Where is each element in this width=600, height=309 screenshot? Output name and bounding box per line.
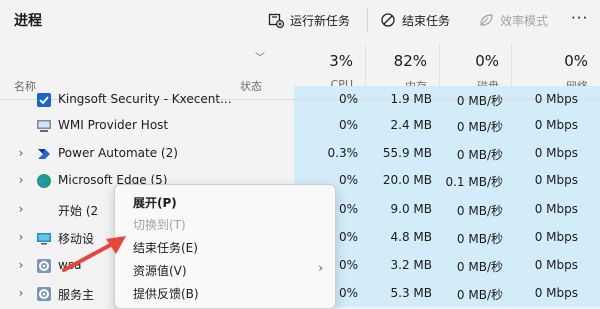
network-value: 0 Mbps bbox=[534, 92, 578, 106]
sort-chevron-icon[interactable]: ﹀ bbox=[255, 49, 265, 64]
expand-chevron-icon[interactable]: › bbox=[16, 258, 26, 272]
menu-item-end-task[interactable]: 结束任务(E) bbox=[115, 236, 335, 258]
server-icon bbox=[36, 118, 52, 134]
disk-value: 0 MB/秒 bbox=[456, 232, 503, 246]
annotation-arrow-icon bbox=[62, 236, 126, 272]
gear-icon bbox=[36, 258, 52, 274]
table-row[interactable]: Kingsoft Security - Kxecent... 0% 1.9 MB… bbox=[0, 86, 600, 114]
memory-value: 4.8 MB bbox=[390, 230, 432, 244]
edge-icon bbox=[36, 173, 52, 189]
menu-item-label: 结束任务(E) bbox=[133, 241, 198, 255]
process-name: Kingsoft Security - Kxecent... bbox=[58, 92, 232, 106]
menu-item-resource-values[interactable]: 资源值(V) › bbox=[115, 259, 335, 281]
menu-item-expand[interactable]: 展开(P) bbox=[115, 191, 335, 213]
disk-value: 0 MB/秒 bbox=[456, 94, 503, 108]
memory-value: 20.0 MB bbox=[382, 173, 432, 187]
disk-value: 0 MB/秒 bbox=[456, 260, 503, 274]
shield-check-icon bbox=[36, 92, 52, 108]
table-row[interactable]: › Power Automate (2) 0.3% 55.9 MB 0 MB/秒… bbox=[0, 140, 600, 168]
menu-item-label: 展开(P) bbox=[133, 196, 177, 210]
cpu-value: 0% bbox=[338, 286, 358, 300]
disk-value: 0.1 MB/秒 bbox=[445, 175, 503, 189]
menu-item-label: 提供反馈(B) bbox=[133, 287, 199, 301]
context-menu: 展开(P) 切换到(T) 结束任务(E) 资源值(V) › 提供反馈(B) bbox=[114, 184, 336, 309]
network-value: 0 Mbps bbox=[534, 286, 578, 300]
menu-item-switch-to[interactable]: 切换到(T) bbox=[115, 213, 335, 235]
table-row[interactable]: WMI Provider Host 0% 2.4 MB 0 MB/秒 0 Mbp… bbox=[0, 112, 600, 140]
submenu-chevron-icon: › bbox=[318, 261, 323, 275]
cpu-value: 0% bbox=[338, 202, 358, 216]
memory-value: 3.2 MB bbox=[390, 258, 432, 272]
cpu-value: 0% bbox=[338, 92, 358, 106]
efficiency-mode-label: 效率模式 bbox=[500, 13, 549, 28]
gear-icon bbox=[36, 286, 52, 302]
disk-value: 0 MB/秒 bbox=[456, 288, 503, 302]
memory-percent: 82% bbox=[393, 52, 427, 70]
cpu-value: 0% bbox=[338, 173, 358, 187]
end-task-label: 结束任务 bbox=[402, 13, 451, 28]
network-value: 0 Mbps bbox=[534, 118, 578, 132]
disk-percent: 0% bbox=[475, 52, 499, 70]
expand-chevron-icon[interactable]: › bbox=[16, 146, 26, 160]
disk-value: 0 MB/秒 bbox=[456, 120, 503, 134]
expand-chevron-icon[interactable]: › bbox=[16, 173, 26, 187]
run-new-task-button[interactable]: 运行新任务 bbox=[268, 9, 350, 31]
process-name: Power Automate (2) bbox=[58, 146, 178, 160]
network-value: 0 Mbps bbox=[534, 146, 578, 160]
expand-chevron-icon[interactable]: › bbox=[16, 230, 26, 244]
process-name: WMI Provider Host bbox=[58, 118, 169, 132]
end-task-button[interactable]: 结束任务 bbox=[380, 9, 450, 31]
expand-chevron-icon[interactable]: › bbox=[16, 286, 26, 300]
cpu-value: 0% bbox=[338, 230, 358, 244]
efficiency-mode-button[interactable]: 效率模式 bbox=[478, 9, 548, 31]
disk-value: 0 MB/秒 bbox=[456, 148, 503, 162]
menu-item-label: 切换到(T) bbox=[133, 218, 186, 232]
toolbar: 进程 运行新任务 结束任务 效率模式 ··· bbox=[0, 0, 600, 40]
network-value: 0 Mbps bbox=[534, 258, 578, 272]
cpu-value: 0% bbox=[338, 118, 358, 132]
end-task-icon bbox=[381, 13, 395, 27]
new-task-icon bbox=[268, 13, 284, 28]
cpu-percent: 3% bbox=[329, 52, 353, 70]
memory-value: 2.4 MB bbox=[390, 118, 432, 132]
disk-value: 0 MB/秒 bbox=[456, 204, 503, 218]
power-automate-icon bbox=[36, 146, 52, 162]
cpu-value: 0.3% bbox=[327, 146, 359, 160]
network-percent: 0% bbox=[564, 52, 588, 70]
process-name: 开始 (2 bbox=[58, 204, 99, 218]
more-options-icon[interactable]: ··· bbox=[571, 9, 588, 27]
process-name: 服务主 bbox=[58, 288, 95, 302]
cpu-value: 0% bbox=[338, 258, 358, 272]
page-title: 进程 bbox=[14, 13, 42, 29]
expand-chevron-icon[interactable]: › bbox=[16, 202, 26, 216]
leaf-icon bbox=[480, 14, 493, 26]
memory-value: 1.9 MB bbox=[390, 92, 432, 106]
run-new-task-label: 运行新任务 bbox=[290, 13, 351, 28]
memory-value: 9.0 MB bbox=[390, 202, 432, 216]
mobile-device-icon bbox=[36, 230, 52, 246]
memory-value: 55.9 MB bbox=[382, 146, 432, 160]
network-value: 0 Mbps bbox=[534, 202, 578, 216]
menu-item-label: 资源值(V) bbox=[133, 264, 187, 278]
network-value: 0 Mbps bbox=[534, 173, 578, 187]
network-value: 0 Mbps bbox=[534, 230, 578, 244]
toolbar-divider bbox=[367, 8, 368, 32]
menu-item-feedback[interactable]: 提供反馈(B) bbox=[115, 282, 335, 304]
memory-value: 5.3 MB bbox=[390, 286, 432, 300]
